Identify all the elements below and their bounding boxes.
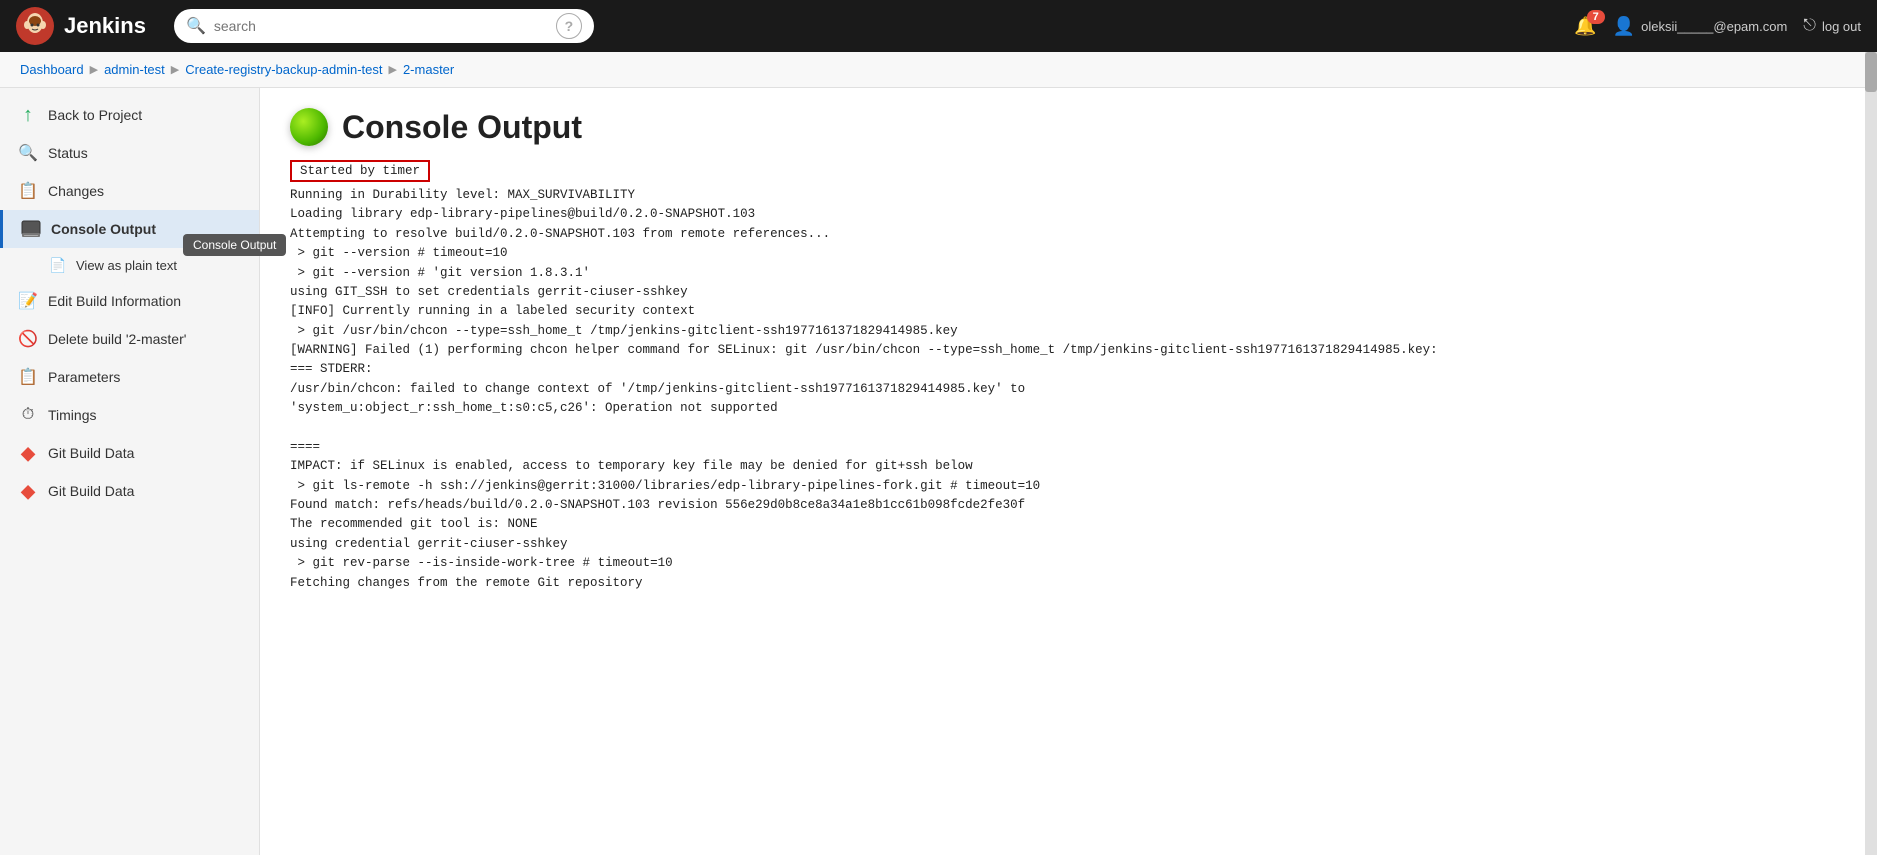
breadcrumb-sep-3: ▶	[388, 63, 396, 76]
edit-icon: 📝	[18, 291, 38, 311]
brand-link[interactable]: Jenkins	[16, 7, 146, 45]
breadcrumb-dashboard[interactable]: Dashboard	[20, 62, 84, 77]
sidebar-label-status: Status	[48, 145, 88, 161]
sidebar-item-parameters[interactable]: 📋 Parameters	[0, 358, 259, 396]
changes-icon: 📋	[18, 181, 38, 201]
scrollbar-thumb[interactable]	[1865, 52, 1877, 92]
main-content: Console Output Started by timer Running …	[260, 88, 1877, 855]
scrollbar-track[interactable]	[1865, 52, 1877, 855]
sidebar-label-console: Console Output	[51, 221, 156, 237]
sidebar-label-timings: Timings	[48, 407, 97, 423]
jenkins-logo	[16, 7, 54, 45]
sidebar-label-git-2: Git Build Data	[48, 483, 134, 499]
breadcrumb-sep-2: ▶	[171, 63, 179, 76]
user-name: oleksii_____@epam.com	[1641, 19, 1787, 34]
status-icon: 🔍	[18, 143, 38, 163]
sidebar-label-edit: Edit Build Information	[48, 293, 181, 309]
sidebar: ↑ Back to Project 🔍 Status 📋 Changes Con…	[0, 88, 260, 855]
sidebar-label-back: Back to Project	[48, 107, 142, 123]
sidebar-label-params: Parameters	[48, 369, 120, 385]
delete-icon: 🚫	[18, 329, 38, 349]
sidebar-item-console-output[interactable]: Console Output Console Output	[0, 210, 259, 248]
breadcrumb: Dashboard ▶ admin-test ▶ Create-registry…	[0, 52, 1877, 88]
page-title: Console Output	[342, 109, 582, 146]
sidebar-label-git-1: Git Build Data	[48, 445, 134, 461]
plain-text-icon: 📄	[48, 255, 68, 275]
notifications-bell[interactable]: 🔔 7	[1574, 16, 1596, 37]
search-icon: 🔍	[186, 16, 206, 36]
logout-icon: ⎋	[1803, 17, 1816, 35]
arrow-up-icon: ↑	[18, 105, 38, 125]
build-status-ball	[290, 108, 328, 146]
git-icon-2: ◆	[18, 481, 38, 501]
page-title-row: Console Output	[290, 108, 1847, 146]
sidebar-item-changes[interactable]: 📋 Changes	[0, 172, 259, 210]
git-icon-1: ◆	[18, 443, 38, 463]
console-icon	[21, 219, 41, 239]
navbar: Jenkins 🔍 ? 🔔 7 👤 oleksii_____@epam.com …	[0, 0, 1877, 52]
sidebar-item-delete-build[interactable]: 🚫 Delete build '2-master'	[0, 320, 259, 358]
notifications-badge: 7	[1587, 10, 1605, 24]
brand-text: Jenkins	[64, 13, 146, 39]
logout-button[interactable]: ⎋ log out	[1803, 17, 1861, 35]
search-input[interactable]	[214, 18, 548, 34]
breadcrumb-sep-1: ▶	[90, 63, 98, 76]
timings-icon: ⏱	[18, 405, 38, 425]
started-by-label: Started by timer	[290, 160, 430, 182]
breadcrumb-2master[interactable]: 2-master	[403, 62, 454, 77]
breadcrumb-create-registry[interactable]: Create-registry-backup-admin-test	[185, 62, 382, 77]
navbar-right: 🔔 7 👤 oleksii_____@epam.com ⎋ log out	[1574, 16, 1861, 37]
sidebar-label-plain: View as plain text	[76, 258, 177, 273]
sidebar-item-timings[interactable]: ⏱ Timings	[0, 396, 259, 434]
logout-label: log out	[1822, 19, 1861, 34]
sidebar-item-edit-build[interactable]: 📝 Edit Build Information	[0, 282, 259, 320]
sidebar-item-back-to-project[interactable]: ↑ Back to Project	[0, 96, 259, 134]
console-section: Started by timer Running in Durability l…	[290, 160, 1847, 593]
sidebar-item-status[interactable]: 🔍 Status	[0, 134, 259, 172]
layout: ↑ Back to Project 🔍 Status 📋 Changes Con…	[0, 88, 1877, 855]
sidebar-label-changes: Changes	[48, 183, 104, 199]
console-output-text: Running in Durability level: MAX_SURVIVA…	[290, 186, 1847, 593]
sidebar-item-git-build-data-1[interactable]: ◆ Git Build Data	[0, 434, 259, 472]
help-icon[interactable]: ?	[556, 13, 582, 39]
user-icon: 👤	[1613, 16, 1635, 37]
parameters-icon: 📋	[18, 367, 38, 387]
sidebar-item-view-plain-text[interactable]: 📄 View as plain text	[0, 248, 259, 282]
sidebar-item-git-build-data-2[interactable]: ◆ Git Build Data	[0, 472, 259, 510]
user-info: 👤 oleksii_____@epam.com	[1613, 16, 1788, 37]
search-bar[interactable]: 🔍 ?	[174, 9, 594, 43]
breadcrumb-admin-test[interactable]: admin-test	[104, 62, 165, 77]
sidebar-label-delete: Delete build '2-master'	[48, 331, 186, 347]
